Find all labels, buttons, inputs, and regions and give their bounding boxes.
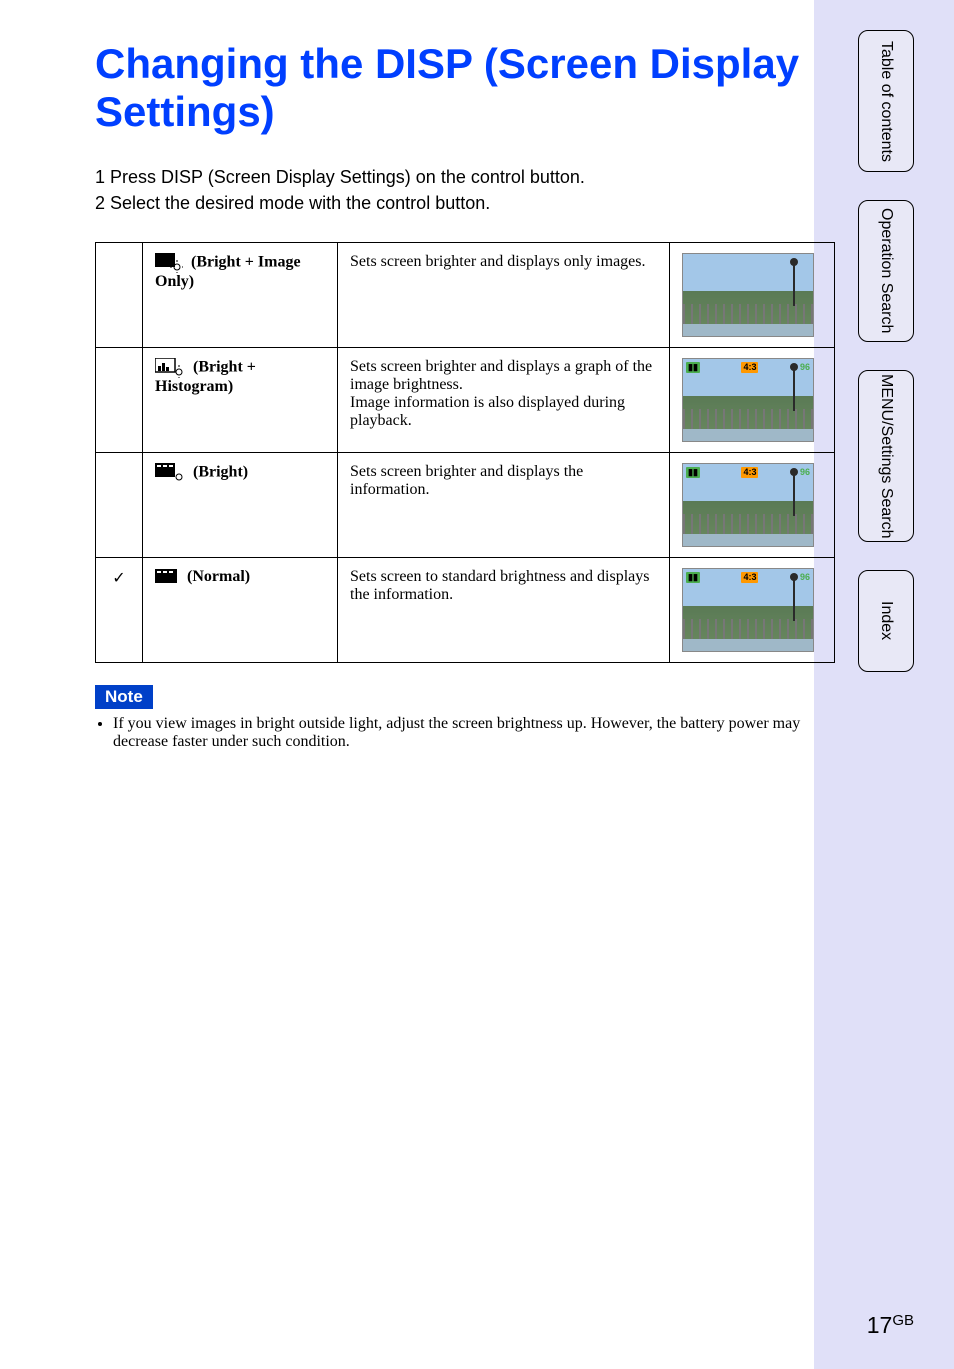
preview-cell: ▮▮ 4:3 96 xyxy=(670,557,835,662)
table-row: ✓ (Normal) Sets screen to standard brigh… xyxy=(96,557,835,662)
mode-label: (Normal) xyxy=(187,568,250,585)
preview-thumb: ▮▮ 4:3 96 xyxy=(682,463,814,547)
tab-operation-search[interactable]: Operation Search xyxy=(858,200,914,342)
preview-thumb: ▮▮ 4:3 96 xyxy=(682,568,814,652)
mode-description: Sets screen brighter and displays the in… xyxy=(338,452,670,557)
tab-menu-settings-search[interactable]: MENU/Settings Search xyxy=(858,370,914,542)
bridge-shape xyxy=(683,514,813,534)
preview-cell: ▮▮ 4:3 96 xyxy=(670,347,835,452)
normal-icon xyxy=(155,568,179,586)
mode-description: Sets screen brighter and displays only i… xyxy=(338,242,670,347)
modes-table: (Bright + Image Only) Sets screen bright… xyxy=(95,242,835,663)
mode-label-cell: (Bright + Histogram) xyxy=(143,347,338,452)
page-number-value: 17 xyxy=(867,1312,893,1338)
step-2: 2 Select the desired mode with the contr… xyxy=(95,193,835,214)
river-shape xyxy=(683,429,813,441)
table-row: (Bright + Image Only) Sets screen bright… xyxy=(96,242,835,347)
bridge-shape xyxy=(683,619,813,639)
bridge-shape xyxy=(683,409,813,429)
main-content: Changing the DISP (Screen Display Settin… xyxy=(95,40,835,755)
mode-description: Sets screen to standard brightness and d… xyxy=(338,557,670,662)
lamp-shape xyxy=(793,579,795,621)
page-number-region: GB xyxy=(892,1312,914,1329)
mode-label-cell: (Normal) xyxy=(143,557,338,662)
tab-label: Table of contents xyxy=(877,41,895,162)
note-item: If you view images in bright outside lig… xyxy=(113,715,835,751)
page-number: 17GB xyxy=(867,1312,914,1339)
count-value: 96 xyxy=(800,362,810,373)
river-shape xyxy=(683,324,813,336)
side-tabs: Table of contents Operation Search MENU/… xyxy=(830,30,942,700)
battery-icon: ▮▮ xyxy=(686,362,700,373)
page-root: Changing the DISP (Screen Display Settin… xyxy=(0,0,954,1369)
instruction-steps: 1 Press DISP (Screen Display Settings) o… xyxy=(95,167,835,214)
mode-label-cell: (Bright) xyxy=(143,452,338,557)
check-cell xyxy=(96,452,143,557)
preview-cell: ▮▮ 4:3 96 xyxy=(670,452,835,557)
size-badge: 4:3 xyxy=(741,362,758,373)
lamp-shape xyxy=(793,369,795,411)
note-badge: Note xyxy=(95,685,153,709)
lamp-shape xyxy=(793,474,795,516)
river-shape xyxy=(683,534,813,546)
count-value: 96 xyxy=(800,572,810,583)
count-value: 96 xyxy=(800,467,810,478)
table-row: (Bright) Sets screen brighter and displa… xyxy=(96,452,835,557)
battery-icon: ▮▮ xyxy=(686,572,700,583)
river-shape xyxy=(683,639,813,651)
table-row: (Bright + Histogram) Sets screen brighte… xyxy=(96,347,835,452)
mode-description: Sets screen brighter and displays a grap… xyxy=(338,347,670,452)
preview-thumb xyxy=(682,253,814,337)
check-cell: ✓ xyxy=(96,557,143,662)
note-list: If you view images in bright outside lig… xyxy=(95,715,835,751)
tab-label: Index xyxy=(877,601,895,640)
tab-label: MENU/Settings Search xyxy=(877,374,895,539)
mode-label-cell: (Bright + Image Only) xyxy=(143,242,338,347)
lamp-shape xyxy=(793,264,795,306)
tab-label: Operation Search xyxy=(877,208,895,333)
mode-label: (Bright) xyxy=(193,463,248,480)
tab-table-of-contents[interactable]: Table of contents xyxy=(858,30,914,172)
preview-cell xyxy=(670,242,835,347)
bright-histogram-icon xyxy=(155,358,185,378)
tab-index[interactable]: Index xyxy=(858,570,914,672)
size-badge: 4:3 xyxy=(741,467,758,478)
step-1: 1 Press DISP (Screen Display Settings) o… xyxy=(95,167,835,188)
page-title: Changing the DISP (Screen Display Settin… xyxy=(95,40,835,137)
bridge-shape xyxy=(683,304,813,324)
battery-icon: ▮▮ xyxy=(686,467,700,478)
bright-icon xyxy=(155,463,185,483)
check-cell xyxy=(96,347,143,452)
size-badge: 4:3 xyxy=(741,572,758,583)
bright-image-only-icon xyxy=(155,253,183,273)
preview-thumb: ▮▮ 4:3 96 xyxy=(682,358,814,442)
check-cell xyxy=(96,242,143,347)
